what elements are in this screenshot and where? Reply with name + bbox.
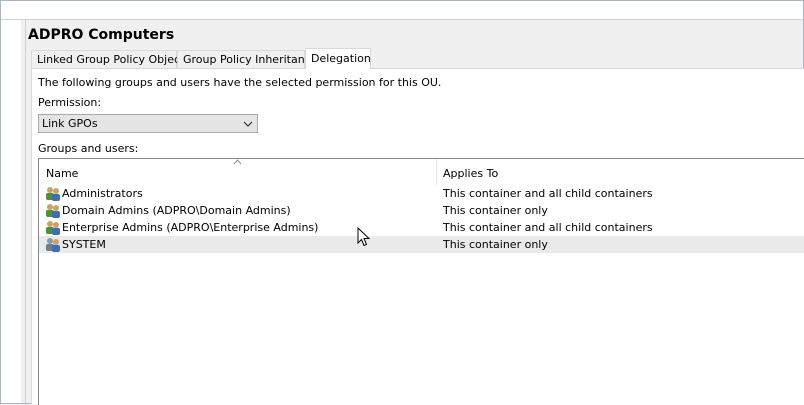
tab-delegation[interactable]: Delegation (305, 48, 371, 69)
window-frame: ADPRO Computers Linked Group Policy Obje… (0, 0, 804, 405)
tab-linked-gpos[interactable]: Linked Group Policy Objects (31, 50, 190, 68)
group-icon (45, 186, 61, 201)
permission-label: Permission: (38, 96, 102, 109)
list-item-applies-to: This container and all child containers (443, 221, 653, 234)
list-item[interactable]: SYSTEM This container only (39, 236, 804, 253)
delegation-panel: The following groups and users have the … (31, 68, 804, 405)
list-item-applies-to: This container and all child containers (443, 187, 653, 200)
list-item-name: SYSTEM (62, 238, 106, 251)
list-header: Name Applies To (39, 159, 804, 185)
permission-select-value: Link GPOs (42, 117, 98, 130)
sort-ascending-icon (233, 158, 242, 167)
group-icon (45, 203, 61, 218)
list-item-name: Domain Admins (ADPRO\Domain Admins) (62, 204, 291, 217)
pane-splitter[interactable] (21, 20, 26, 403)
group-icon (45, 237, 61, 252)
group-icon (45, 220, 61, 235)
details-pane: ADPRO Computers Linked Group Policy Obje… (27, 20, 804, 405)
list-item[interactable]: Domain Admins (ADPRO\Domain Admins) This… (39, 202, 804, 219)
column-header-name[interactable]: Name (46, 167, 78, 180)
page-title: ADPRO Computers (28, 27, 175, 43)
console-tree-pane[interactable] (1, 20, 22, 403)
list-item[interactable]: Enterprise Admins (ADPRO\Enterprise Admi… (39, 219, 804, 236)
delegation-description: The following groups and users have the … (38, 76, 442, 89)
list-item-applies-to: This container only (443, 238, 548, 251)
toolbar-strip (1, 1, 803, 20)
permission-select[interactable]: Link GPOs (38, 114, 258, 133)
list-item[interactable]: Administrators This container and all ch… (39, 185, 804, 202)
list-item-name: Enterprise Admins (ADPRO\Enterprise Admi… (62, 221, 319, 234)
groups-users-label: Groups and users: (38, 142, 139, 155)
tab-gp-inheritance[interactable]: Group Policy Inheritance (177, 50, 318, 68)
list-item-applies-to: This container only (443, 204, 548, 217)
column-header-applies-to[interactable]: Applies To (443, 167, 498, 180)
mouse-pointer-icon (357, 226, 371, 250)
list-item-name: Administrators (62, 187, 143, 200)
column-divider[interactable] (436, 159, 437, 185)
groups-users-list[interactable]: Name Applies To Administrators This cont… (38, 158, 804, 405)
chevron-down-icon (243, 115, 253, 135)
